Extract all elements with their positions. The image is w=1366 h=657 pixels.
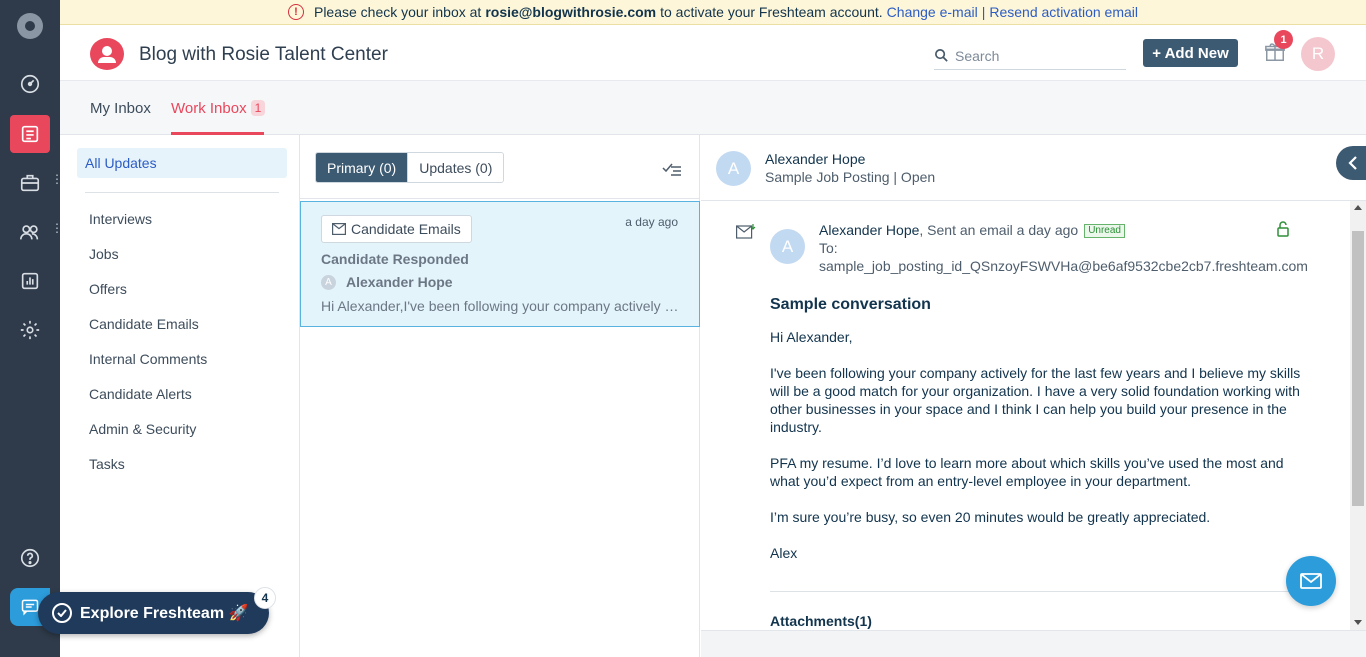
inbox-icon[interactable]	[10, 115, 50, 153]
filters-sidebar: All Updates Interviews Jobs Offers Candi…	[60, 135, 300, 657]
check-circle-icon	[52, 603, 72, 623]
email-greeting: Hi Alexander,	[770, 329, 853, 345]
candidate-name[interactable]: Alexander Hope	[765, 151, 865, 167]
scroll-up-arrow-icon[interactable]	[1354, 205, 1362, 210]
unread-badge: Unread	[1084, 224, 1125, 238]
banner-separator: |	[981, 4, 986, 20]
jobs-more-icon[interactable]: ⋮	[51, 173, 63, 185]
category-label: Candidate Emails	[351, 221, 461, 237]
reports-icon[interactable]	[10, 262, 50, 300]
email-subject: Sample conversation	[770, 296, 931, 313]
email-paragraph-3: I’m sure you’re busy, so even 20 minutes…	[770, 509, 1211, 525]
search-box[interactable]	[934, 42, 1126, 70]
mail-icon	[1300, 573, 1322, 589]
top-header: Blog with Rosie Talent Center + Add New …	[60, 25, 1366, 81]
scroll-thumb[interactable]	[1352, 231, 1364, 506]
detail-footer	[701, 630, 1366, 657]
banner-suffix: to activate your Freshteam account.	[660, 4, 883, 20]
tab-work-inbox[interactable]: Work Inbox 1	[171, 100, 266, 117]
list-item[interactable]: Candidate Emails a day ago Candidate Res…	[300, 201, 700, 327]
item-candidate-name: Alexander Hope	[346, 274, 453, 290]
banner-email: rosie@blogwithrosie.com	[485, 4, 657, 20]
item-snippet: Hi Alexander,I've been following your co…	[321, 298, 681, 314]
tab-work-inbox-label: Work Inbox	[171, 100, 247, 117]
settings-gear-icon[interactable]	[10, 311, 50, 349]
dashboard-icon[interactable]	[10, 65, 50, 103]
explore-count-badge: 4	[254, 587, 276, 609]
to-address: sample_job_posting_id_QSnzoyFSWVHa@be6af…	[819, 258, 1308, 274]
updates-list: Primary (0) Updates (0) Candidate Emails…	[300, 135, 700, 657]
item-avatar: A	[321, 275, 336, 290]
job-posting-status: Sample Job Posting | Open	[765, 169, 936, 185]
brand-logo-icon[interactable]	[90, 38, 124, 70]
category-tag: Candidate Emails	[321, 215, 472, 243]
help-icon[interactable]	[10, 539, 50, 577]
inbox-tabs: My Inbox Work Inbox 1	[60, 81, 1366, 135]
freshteam-logo-icon[interactable]	[17, 13, 43, 39]
jobs-briefcase-icon[interactable]	[10, 164, 50, 202]
email-paragraph-2: PFA my resume. I’d love to learn more ab…	[770, 455, 1284, 489]
search-input[interactable]	[955, 47, 1115, 64]
compose-email-button[interactable]	[1286, 556, 1336, 606]
primary-button[interactable]: Primary (0)	[316, 153, 408, 182]
add-new-button[interactable]: + Add New	[1143, 39, 1238, 67]
notification-badge: 1	[1274, 30, 1293, 49]
filter-jobs[interactable]: Jobs	[89, 246, 119, 262]
detail-header: A Alexander Hope Sample Job Posting | Op…	[701, 135, 1366, 201]
resend-activation-link[interactable]: Resend activation email	[989, 4, 1138, 20]
email-icon	[332, 223, 346, 235]
filter-internal-comments[interactable]: Internal Comments	[89, 351, 207, 367]
page-title: Blog with Rosie Talent Center	[139, 44, 388, 65]
filter-all-updates[interactable]: All Updates	[77, 148, 287, 178]
change-email-link[interactable]: Change e-mail	[887, 4, 978, 20]
sent-info: , Sent an email a day ago	[919, 222, 1079, 238]
filter-interviews[interactable]: Interviews	[89, 211, 152, 227]
work-inbox-count-badge: 1	[250, 100, 266, 116]
scroll-down-arrow-icon[interactable]	[1354, 620, 1362, 625]
filter-tasks[interactable]: Tasks	[89, 456, 125, 472]
candidates-icon[interactable]	[10, 213, 50, 251]
tab-my-inbox[interactable]: My Inbox	[90, 100, 151, 117]
left-rail: ⋮ ⋮	[0, 0, 63, 657]
chevron-left-icon	[1348, 156, 1357, 170]
primary-updates-toggle: Primary (0) Updates (0)	[315, 152, 505, 183]
item-title: Candidate Responded	[321, 251, 469, 267]
email-signoff: Alex	[770, 545, 798, 561]
filter-admin-security[interactable]: Admin & Security	[89, 421, 196, 437]
list-divider	[300, 198, 700, 199]
mark-all-read-icon[interactable]	[662, 159, 682, 177]
filter-candidate-alerts[interactable]: Candidate Alerts	[89, 386, 192, 402]
sender-avatar: A	[770, 229, 805, 264]
candidate-avatar: A	[716, 151, 751, 186]
detail-scrollbar[interactable]	[1350, 201, 1366, 630]
email-from-line: Alexander Hope, Sent an email a day ago U…	[819, 222, 1125, 238]
attachments-heading[interactable]: Attachments(1)	[770, 613, 872, 629]
collapse-panel-button[interactable]	[1336, 146, 1366, 180]
received-mail-icon	[736, 224, 756, 239]
filter-candidate-emails[interactable]: Candidate Emails	[89, 316, 199, 332]
warning-icon: !	[287, 4, 304, 20]
explore-freshteam-button[interactable]: Explore Freshteam 🚀	[38, 592, 269, 634]
to-label: To:	[819, 240, 838, 256]
sender-name: Alexander Hope	[819, 222, 920, 238]
email-divider	[770, 591, 1290, 592]
candidates-more-icon[interactable]: ⋮	[51, 222, 63, 234]
banner-prefix: Please check your inbox at	[313, 4, 482, 20]
filter-offers[interactable]: Offers	[89, 281, 127, 297]
activation-banner: ! Please check your inbox at rosie@blogw…	[60, 0, 1366, 25]
explore-label: Explore Freshteam 🚀	[80, 605, 249, 622]
filter-divider	[85, 192, 279, 193]
search-icon	[935, 49, 948, 62]
conversation-detail: A Alexander Hope Sample Job Posting | Op…	[701, 135, 1366, 657]
user-avatar[interactable]: R	[1301, 37, 1335, 71]
updates-button[interactable]: Updates (0)	[407, 153, 504, 182]
email-paragraph-1: I've been following your company activel…	[770, 365, 1301, 435]
unlock-icon[interactable]	[1277, 221, 1289, 237]
item-timestamp: a day ago	[625, 215, 678, 229]
